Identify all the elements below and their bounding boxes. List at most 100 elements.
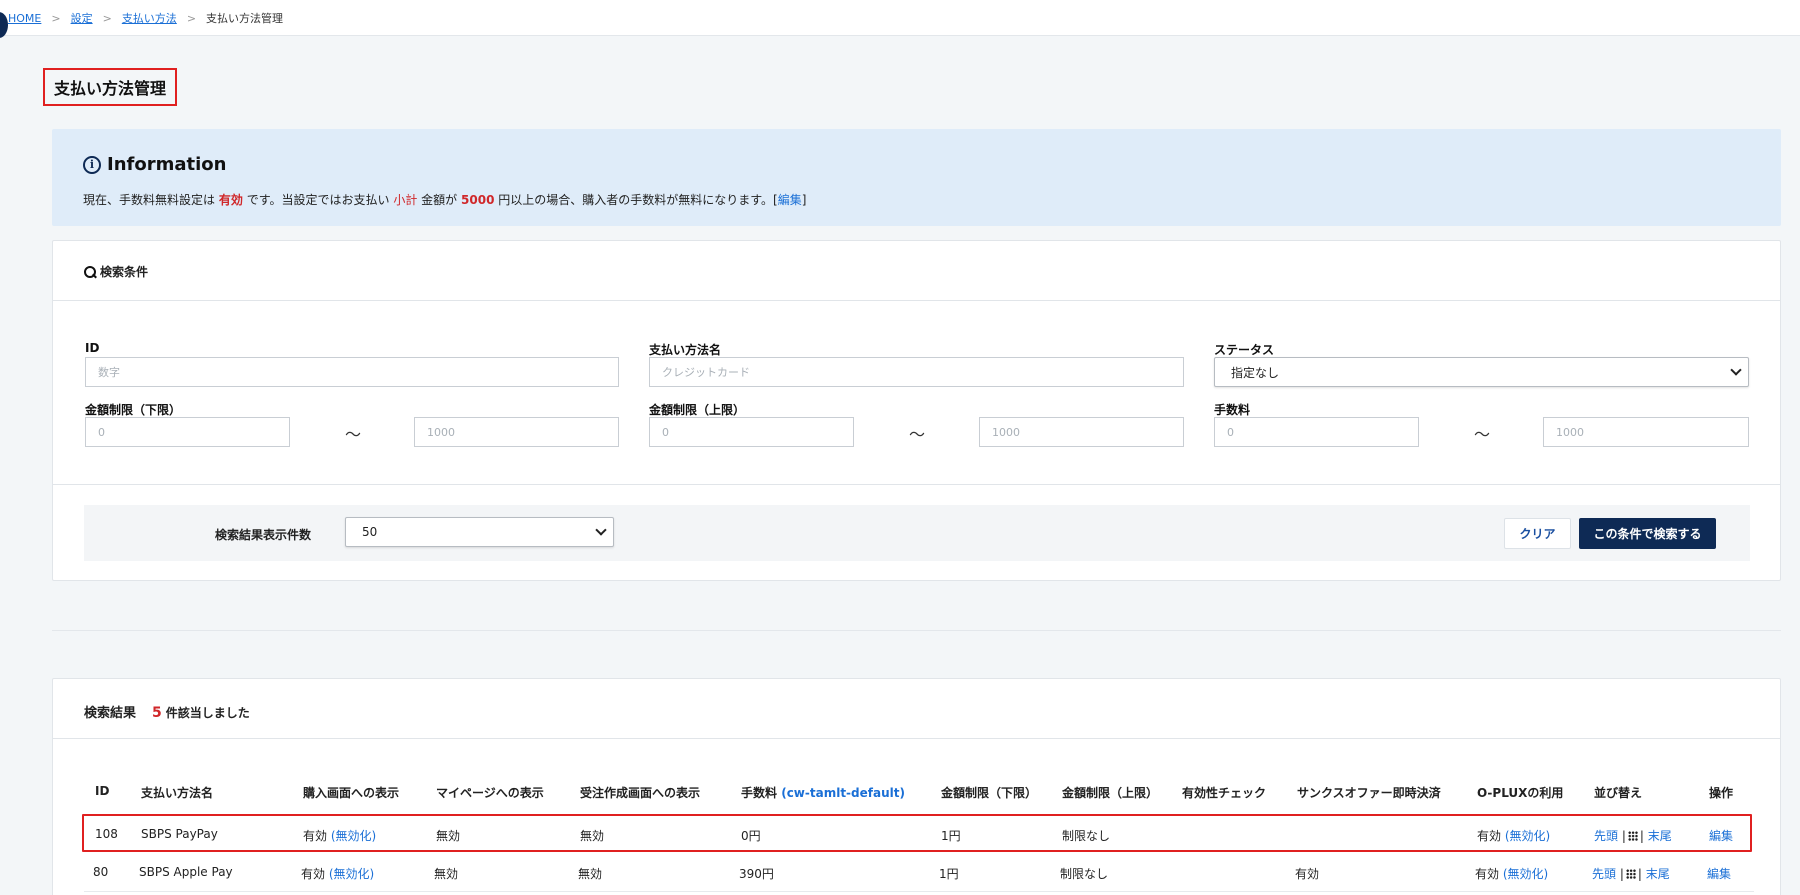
column-header-order: 受注作成画面への表示 (580, 786, 701, 800)
info-text-part: です。当設定ではお支払い (246, 193, 390, 207)
fee-to-input[interactable] (1543, 417, 1749, 447)
search-header-text: 検索条件 (100, 265, 149, 279)
column-header-mypage: マイページへの表示 (436, 786, 544, 800)
cell-purchase: 有効 (無効化) (303, 827, 376, 844)
drag-handle-icon[interactable] (1627, 831, 1638, 841)
fee-from-input[interactable] (1214, 417, 1419, 447)
cell-id: 80 (93, 865, 109, 879)
results-title-text: 検索結果 (84, 706, 137, 721)
search-button[interactable]: この条件で検索する (1579, 518, 1716, 549)
cell-oplux-status: 有効 (1477, 829, 1502, 843)
results-panel: 検索結果 5 件該当しました ID 支払い方法名 購入画面への表示 マイページへ… (52, 678, 1781, 895)
column-header-fee: 手数料 (cw-tamlt-default) (741, 784, 905, 801)
breadcrumb-separator: > (186, 11, 197, 25)
amount-max-label: 金額制限（上限） (649, 403, 746, 417)
cell-fee: 0円 (741, 829, 761, 843)
info-edit-link[interactable]: 編集 (778, 193, 802, 207)
edit-link[interactable]: 編集 (1709, 829, 1733, 843)
cell-order: 無効 (580, 829, 605, 843)
results-count: 5 (152, 705, 162, 721)
column-header-purchase: 購入画面への表示 (303, 786, 400, 800)
nav-toggle-icon[interactable] (0, 12, 8, 38)
cell-max: 制限なし (1062, 829, 1111, 843)
cell-mypage: 無効 (436, 829, 461, 843)
cell-max: 制限なし (1060, 867, 1109, 881)
information-title: i Information (83, 154, 226, 175)
breadcrumb-separator: > (51, 11, 61, 25)
divider (53, 484, 1780, 485)
column-header-id: ID (95, 784, 110, 798)
amount-min-from-input[interactable] (85, 417, 290, 447)
amount-max-to-input[interactable] (979, 417, 1184, 447)
breadcrumb-payment-methods-link[interactable]: 支払い方法 (122, 10, 177, 26)
oplux-disable-link[interactable]: (無効化) (1505, 829, 1550, 843)
breadcrumb-settings-link[interactable]: 設定 (71, 10, 93, 26)
breadcrumb-current: 支払い方法管理 (206, 12, 284, 25)
column-header-thanks: サンクスオファー即時決済 (1297, 786, 1441, 800)
purchase-disable-link[interactable]: (無効化) (331, 829, 376, 843)
range-tilde: ～ (909, 425, 926, 444)
purchase-disable-link[interactable]: (無効化) (329, 867, 374, 881)
sort-first-link[interactable]: 先頭 (1592, 867, 1616, 881)
information-title-text: Information (107, 154, 227, 175)
subtotal-label: 小計 (393, 193, 418, 207)
table-row: 80 SBPS Apple Pay 有効 (無効化) 無効 無効 390円 1円… (84, 854, 1754, 892)
sort-last-link[interactable]: 末尾 (1648, 829, 1672, 843)
range-tilde: ～ (345, 425, 362, 444)
sort-first-link[interactable]: 先頭 (1594, 829, 1618, 843)
fee-free-status: 有効 (218, 193, 243, 207)
search-header: 検索条件 (53, 241, 1780, 301)
status-select-value: 指定なし (1231, 365, 1280, 380)
search-header-label: 検索条件 (84, 263, 148, 280)
cell-fee: 390円 (739, 867, 774, 881)
range-tilde: ～ (1474, 425, 1491, 444)
section-divider (52, 630, 1781, 631)
id-input[interactable] (85, 357, 619, 387)
payment-name-input[interactable] (649, 357, 1184, 387)
column-header-max: 金額制限（上限） (1062, 786, 1159, 800)
column-header-ops: 操作 (1709, 786, 1734, 800)
payment-name-label: 支払い方法名 (649, 343, 722, 357)
information-panel: i Information 現在、手数料無料設定は 有効 です。当設定ではお支払… (52, 129, 1781, 226)
table-row: 108 SBPS PayPay 有効 (無効化) 無効 無効 0円 1円 制限な… (82, 814, 1752, 852)
column-header-fee-text: 手数料 (741, 786, 778, 800)
column-header-oplux: O-PLUXの利用 (1477, 786, 1564, 800)
cell-purchase-status: 有効 (303, 829, 328, 843)
status-select[interactable]: 指定なし (1214, 357, 1749, 387)
info-text-part: 現在、手数料無料設定は (83, 193, 216, 207)
edit-link[interactable]: 編集 (1707, 867, 1731, 881)
column-header-name: 支払い方法名 (141, 786, 214, 800)
chevron-down-icon (1730, 364, 1742, 376)
amount-min-label: 金額制限（下限） (85, 403, 182, 417)
fee-free-amount: 5000 (461, 193, 495, 207)
cell-sort: 先頭 | | 末尾 (1594, 827, 1672, 844)
chevron-down-icon (595, 524, 607, 536)
info-text-part: 金額が (421, 193, 458, 207)
fee-template-link[interactable]: (cw-tamlt-default) (781, 786, 905, 800)
id-label: ID (85, 341, 100, 355)
result-count-select[interactable]: 50 (345, 517, 614, 547)
information-text: 現在、手数料無料設定は 有効 です。当設定ではお支払い 小計 金額が 5000 … (83, 191, 806, 208)
amount-min-to-input[interactable] (414, 417, 619, 447)
results-header: 検索結果 5 件該当しました (53, 679, 1780, 739)
cell-name: SBPS PayPay (141, 827, 218, 841)
cell-min: 1円 (941, 829, 961, 843)
sort-separator: | (1621, 829, 1626, 843)
drag-handle-icon[interactable] (1625, 869, 1636, 879)
breadcrumb-home-link[interactable]: HOME (8, 12, 41, 25)
status-label: ステータス (1214, 343, 1275, 357)
results-title: 検索結果 5 件該当しました (84, 702, 250, 721)
sort-last-link[interactable]: 末尾 (1646, 867, 1670, 881)
cell-purchase: 有効 (無効化) (301, 865, 374, 882)
cell-oplux-status: 有効 (1475, 867, 1500, 881)
search-panel: 検索条件 ID 支払い方法名 ステータス 指定なし 金額制限（下限） ～ 金額制… (52, 240, 1781, 581)
info-icon: i (83, 155, 101, 174)
cell-id: 108 (95, 827, 118, 841)
info-text-part: ] (801, 193, 807, 207)
search-footer: 検索結果表示件数 50 クリア この条件で検索する (84, 505, 1750, 561)
oplux-disable-link[interactable]: (無効化) (1503, 867, 1548, 881)
clear-button[interactable]: クリア (1504, 518, 1571, 549)
cell-sort: 先頭 | | 末尾 (1592, 865, 1670, 882)
amount-max-from-input[interactable] (649, 417, 854, 447)
results-suffix: 件該当しました (165, 706, 250, 720)
